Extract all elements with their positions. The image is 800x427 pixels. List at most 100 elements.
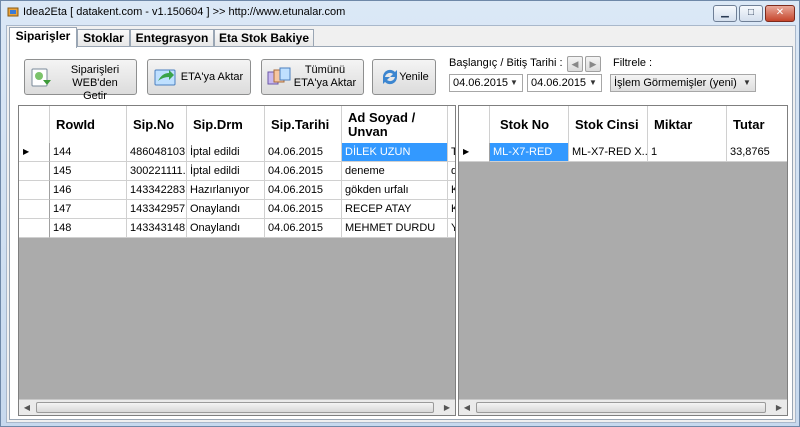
cell-rowid[interactable]: 148 [50,219,127,238]
column-header-rowid[interactable]: RowId [50,106,127,143]
column-header-ad-soyad[interactable]: Ad Soyad / Unvan [342,106,448,143]
main-client: Siparişler Stoklar Entegrasyon Eta Stok … [6,25,796,423]
start-date-value: 04.06.2015 [453,77,509,89]
date-range-label: Başlangıç / Bitiş Tarihi : [449,57,563,69]
cell-tutar[interactable]: 33,8765 [727,143,787,162]
current-row-marker-icon: ▶ [19,143,50,162]
chevron-left-icon: ◀ [571,59,579,69]
scroll-left-icon[interactable]: ◀ [460,401,474,414]
orders-grid-header: RowId Sip.No Sip.Drm Sip.Tarihi Ad Soyad… [19,106,455,143]
date-next-button[interactable]: ▶ [585,56,601,72]
minimize-button[interactable]: ▁ [713,5,737,22]
cell-overflow[interactable]: K [448,181,455,200]
cell-sip-drm[interactable]: İptal edildi [187,143,265,162]
cell-sip-drm[interactable]: Hazırlanıyor [187,181,265,200]
cell-sip-tarihi[interactable]: 04.06.2015 [265,219,342,238]
row-header[interactable] [19,181,50,200]
order-items-grid[interactable]: Stok No Stok Cinsi Miktar Tutar ▶ ML-X7-… [458,105,788,416]
cell-miktar[interactable]: 1 [648,143,727,162]
row-header[interactable] [19,219,50,238]
title-bar[interactable]: Idea2Eta [ datakent.com - v1.150604 ] >>… [1,1,799,23]
window-title: Idea2Eta [ datakent.com - v1.150604 ] >>… [23,6,346,18]
cell-sip-tarihi[interactable]: 04.06.2015 [265,162,342,181]
cell-rowid[interactable]: 145 [50,162,127,181]
row-header[interactable] [19,200,50,219]
row-header[interactable] [19,162,50,181]
cell-ad-soyad[interactable]: MEHMET DURDU [342,219,448,238]
tab-stoklar[interactable]: Stoklar [77,29,130,47]
cell-sip-no[interactable]: 300221111... [127,162,187,181]
scroll-left-icon[interactable]: ◀ [20,401,34,414]
close-button[interactable]: ✕ [765,5,795,22]
cell-ad-soyad[interactable]: RECEP ATAY [342,200,448,219]
cell-sip-no[interactable]: 143342283... [127,181,187,200]
cell-sip-no[interactable]: 143342957... [127,200,187,219]
scroll-right-icon[interactable]: ▶ [772,401,786,414]
cell-sip-drm[interactable]: Onaylandı [187,219,265,238]
cell-stok-no[interactable]: ML-X7-RED [490,143,569,162]
tab-siparisler[interactable]: Siparişler [9,27,77,48]
chevron-down-icon: ▼ [743,78,751,87]
export-all-button[interactable]: Tümünü ETA'ya Aktar [261,59,364,95]
scroll-right-icon[interactable]: ▶ [440,401,454,414]
end-date-picker[interactable]: 04.06.2015 ▼ [527,74,602,92]
cell-rowid[interactable]: 146 [50,181,127,200]
cell-sip-no[interactable]: 143343148... [127,219,187,238]
fetch-orders-button[interactable]: Siparişleri WEB'den Getir [24,59,137,102]
items-horizontal-scrollbar[interactable]: ◀ ▶ [459,399,787,415]
table-row[interactable]: ▶ ML-X7-RED ML-X7-RED X... 1 33,8765 [459,143,787,162]
refresh-label: Yenile [399,71,429,83]
column-header-overflow [448,106,455,143]
table-row[interactable]: 145 300221111... İptal edildi 04.06.2015… [19,162,455,181]
tab-eta-stok-bakiye[interactable]: Eta Stok Bakiye [214,29,314,47]
column-header-sip-tarihi[interactable]: Sip.Tarihi [265,106,342,143]
filter-dropdown[interactable]: İşlem Görmemişler (yeni) ▼ [610,74,756,92]
table-row[interactable]: 146 143342283... Hazırlanıyor 04.06.2015… [19,181,455,200]
scroll-thumb[interactable] [36,402,434,413]
chevron-right-icon: ▶ [589,59,597,69]
tab-entegrasyon[interactable]: Entegrasyon [130,29,214,47]
close-icon: ✕ [775,7,785,18]
start-date-picker[interactable]: 04.06.2015 ▼ [449,74,523,92]
maximize-button[interactable]: □ [739,5,763,22]
cell-ad-soyad[interactable]: DİLEK UZUN [342,143,448,162]
cell-sip-drm[interactable]: Onaylandı [187,200,265,219]
items-row-header-corner [459,106,490,143]
table-row[interactable]: 147 143342957... Onaylandı 04.06.2015 RE… [19,200,455,219]
column-header-stok-no[interactable]: Stok No [490,106,569,143]
export-to-eta-button[interactable]: ETA'ya Aktar [147,59,251,95]
cell-ad-soyad[interactable]: deneme [342,162,448,181]
app-icon [7,7,19,17]
table-row[interactable]: 148 143343148... Onaylandı 04.06.2015 ME… [19,219,455,238]
cell-rowid[interactable]: 147 [50,200,127,219]
cell-stok-cinsi[interactable]: ML-X7-RED X... [569,143,648,162]
end-date-value: 04.06.2015 [531,77,587,89]
export-to-eta-label: ETA'ya Aktar [180,71,244,83]
cell-sip-no[interactable]: 486048103... [127,143,187,162]
column-header-stok-cinsi[interactable]: Stok Cinsi [569,106,648,143]
cell-sip-drm[interactable]: İptal edildi [187,162,265,181]
table-row[interactable]: ▶ 144 486048103... İptal edildi 04.06.20… [19,143,455,162]
fetch-orders-label: Siparişleri WEB'den Getir [70,64,120,102]
column-header-sip-drm[interactable]: Sip.Drm [187,106,265,143]
maximize-icon: □ [747,7,755,18]
chevron-down-icon: ▼ [589,78,597,87]
column-header-tutar[interactable]: Tutar [727,106,787,143]
app-window: Idea2Eta [ datakent.com - v1.150604 ] >>… [0,0,800,427]
cell-ad-soyad[interactable]: gökden urfalı [342,181,448,200]
scroll-thumb[interactable] [476,402,766,413]
cell-overflow[interactable]: Y [448,219,455,238]
date-prev-button[interactable]: ◀ [567,56,583,72]
orders-grid[interactable]: RowId Sip.No Sip.Drm Sip.Tarihi Ad Soyad… [18,105,456,416]
refresh-button[interactable]: Yenile [372,59,436,95]
column-header-sip-no[interactable]: Sip.No [127,106,187,143]
orders-horizontal-scrollbar[interactable]: ◀ ▶ [19,399,455,415]
cell-overflow[interactable]: d [448,162,455,181]
cell-sip-tarihi[interactable]: 04.06.2015 [265,181,342,200]
cell-sip-tarihi[interactable]: 04.06.2015 [265,200,342,219]
cell-overflow[interactable]: K [448,200,455,219]
cell-overflow[interactable]: T [448,143,455,162]
cell-rowid[interactable]: 144 [50,143,127,162]
column-header-miktar[interactable]: Miktar [648,106,727,143]
cell-sip-tarihi[interactable]: 04.06.2015 [265,143,342,162]
